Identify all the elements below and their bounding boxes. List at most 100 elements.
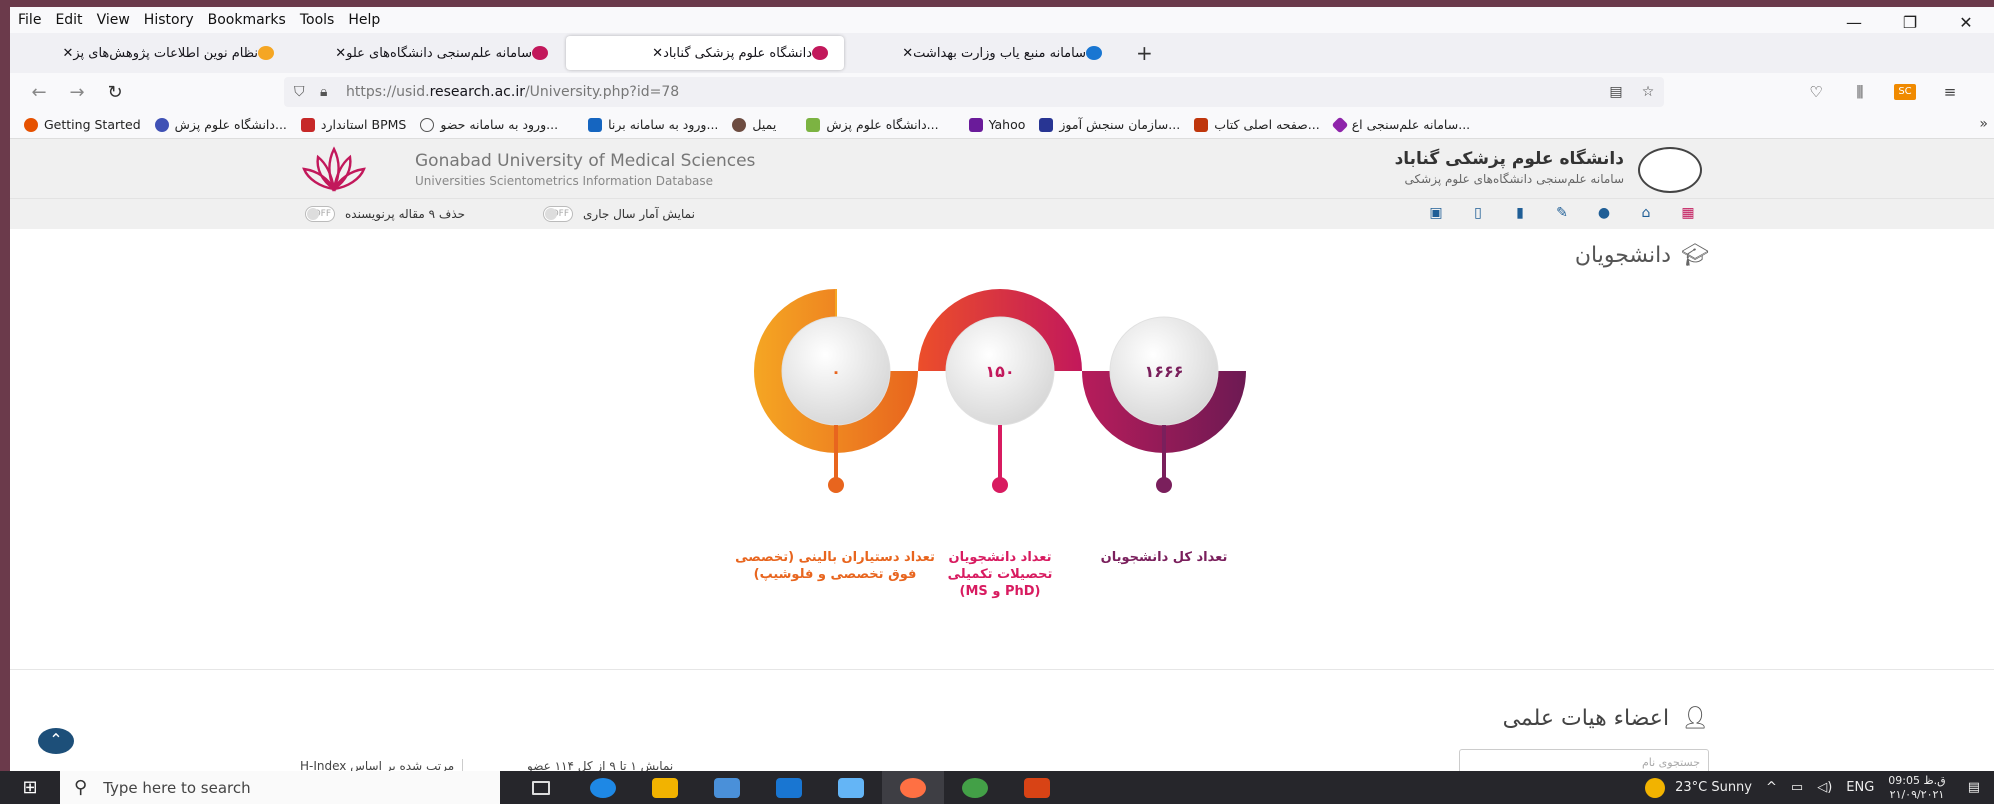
menu-tools[interactable]: Tools	[300, 12, 335, 28]
tab-bar: نظام نوین اطلاعات پژوهش‌های پز ✕ سامانه …	[10, 33, 1994, 73]
shield-icon[interactable]: ⛉	[294, 84, 320, 100]
university-name-fa: دانشگاه علوم پزشکی گناباد سامانه علم‌سنج…	[1395, 149, 1624, 186]
globe-icon	[420, 117, 435, 132]
bookmark-favicon-icon	[24, 117, 38, 132]
bookmark-item[interactable]: سازمان سنجش آموز...	[1039, 117, 1180, 132]
faculty-search-input[interactable]: جستجوی نام	[1459, 749, 1709, 771]
hamburger-menu-icon[interactable]: ≡	[1928, 83, 1972, 101]
tray-chevron-icon[interactable]: ^	[1766, 780, 1777, 795]
bookmark-star-icon[interactable]: ☆	[1632, 84, 1664, 100]
bookmark-label: ورود به سامانه برنا...	[608, 117, 719, 132]
new-tab-button[interactable]: +	[1136, 41, 1153, 65]
bookmark-favicon-icon	[588, 117, 603, 132]
powerpoint-icon[interactable]	[1006, 771, 1068, 804]
address-bar[interactable]: ⛉ 🔒︎ https://usid. research.ac.ir/Univers…	[284, 77, 1664, 107]
tab-close-icon[interactable]: ✕	[652, 46, 663, 61]
journal-icon[interactable]: ▯	[1457, 205, 1499, 221]
network-icon[interactable]: ▭	[1791, 780, 1803, 795]
bookmarks-overflow-icon[interactable]: »	[1979, 116, 1988, 132]
reload-icon[interactable]: ↻	[96, 82, 134, 103]
pencil-icon[interactable]: ✎	[1541, 205, 1583, 221]
university-title-en: Gonabad University of Medical Sciences	[415, 151, 756, 171]
stat-label-residents: تعداد دستیاران بالینی (تخصصی فوق تخصصی و…	[735, 550, 935, 582]
reader-view-icon[interactable]: ▤	[1600, 84, 1632, 100]
library-icon[interactable]: ⫼	[1838, 83, 1882, 101]
section-divider	[10, 669, 1994, 670]
bookmark-item[interactable]: Yahoo	[968, 117, 1025, 132]
chrome-icon[interactable]	[944, 771, 1006, 804]
faculty-sort-info[interactable]: مرتب شده بر اساس H-Index	[300, 759, 464, 771]
bookmark-favicon-icon	[300, 117, 315, 132]
weather-sun-icon[interactable]	[1645, 777, 1666, 798]
bookmark-label: دانشگاه علوم پزش...	[174, 117, 287, 132]
bookmark-item[interactable]: سامانه علم‌سنجی اع...	[1331, 116, 1470, 133]
grid-icon[interactable]: ▦	[1667, 205, 1709, 221]
clock-date: ۲۱/۰۹/۲۰۲۱	[1889, 787, 1945, 801]
bookmark-item[interactable]: یمیل	[732, 117, 776, 132]
menu-bookmarks[interactable]: Bookmarks	[208, 12, 286, 28]
navigation-bar: ← → ↻ ⛉ 🔒︎ https://usid. research.ac.ir/U…	[10, 73, 1994, 111]
tab-favicon	[812, 46, 828, 60]
university-title-fa: دانشگاه علوم پزشکی گناباد	[1394, 149, 1624, 169]
book-icon[interactable]: ▮	[1499, 205, 1541, 221]
tab-close-icon[interactable]: ✕	[902, 46, 913, 61]
students-section-title: 🎓︎ دانشجویان	[1575, 243, 1709, 268]
user-icon[interactable]: ●	[1583, 205, 1625, 221]
store-icon[interactable]	[696, 771, 758, 804]
tab-close-icon[interactable]: ✕	[62, 46, 73, 61]
lock-icon[interactable]: 🔒︎	[320, 84, 346, 100]
back-arrow-icon[interactable]: ←	[20, 82, 58, 103]
forward-arrow-icon[interactable]: →	[58, 82, 96, 103]
menu-history[interactable]: History	[144, 12, 194, 28]
menu-help[interactable]: Help	[348, 12, 380, 28]
current-year-toggle[interactable]: OFF	[543, 206, 573, 222]
file-explorer-icon[interactable]	[634, 771, 696, 804]
task-view-icon[interactable]	[510, 771, 572, 804]
ministry-seal-icon[interactable]	[1638, 147, 1702, 193]
edge-icon[interactable]	[572, 771, 634, 804]
scroll-to-top-button[interactable]: ⌃	[38, 728, 74, 754]
tab-favicon	[258, 46, 274, 60]
tab-title: دانشگاه علوم پزشکی گناباد	[663, 45, 812, 61]
tab-favicon	[532, 46, 548, 60]
tab-scientometrics[interactable]: سامانه علم‌سنجی دانشگاه‌های علو ✕	[292, 36, 564, 70]
stat-label-total: تعداد کل دانشجویان	[1100, 550, 1228, 565]
tab-gonabad-university[interactable]: دانشگاه علوم پزشکی گناباد ✕	[566, 36, 844, 70]
bookmark-item[interactable]: استاندارد BPMS	[300, 117, 406, 132]
remove-articles-toggle[interactable]: OFF	[305, 206, 335, 222]
bookmark-item[interactable]: ورود به سامانه حضو...	[420, 117, 558, 132]
tab-resource-finder[interactable]: سامانه منبع یاب وزارت بهداشت ✕	[846, 36, 1118, 70]
mail-icon[interactable]	[758, 771, 820, 804]
language-indicator[interactable]: ENG	[1846, 780, 1874, 795]
weather-text[interactable]: 23°C Sunny	[1675, 780, 1752, 795]
tab-title: سامانه علم‌سنجی دانشگاه‌های علو	[346, 45, 532, 61]
firefox-icon[interactable]	[882, 771, 944, 804]
bookmark-favicon-icon	[732, 117, 747, 132]
menu-edit[interactable]: Edit	[55, 12, 82, 28]
windows-taskbar: ⊞ ⚲ Type here to search 23°C Sunny ^ ▭ ◁…	[0, 771, 1994, 804]
bookmark-item[interactable]: صفحه اصلی کتاب...	[1194, 117, 1320, 132]
hospital-icon[interactable]: ▣	[1415, 205, 1457, 221]
pocket-icon[interactable]: ♡	[1794, 83, 1838, 101]
lotus-logo-icon[interactable]	[300, 145, 368, 197]
menu-view[interactable]: View	[97, 12, 130, 28]
menu-file[interactable]: File	[18, 12, 41, 28]
windows-start-icon[interactable]: ⊞	[0, 777, 60, 798]
bookmark-item[interactable]: ورود به سامانه برنا...	[588, 117, 718, 132]
volume-icon[interactable]: ◁)	[1817, 780, 1832, 795]
taskbar-search-box[interactable]: ⚲ Type here to search	[60, 771, 500, 804]
bookmark-item[interactable]: دانشگاه علوم پزش...	[806, 117, 939, 132]
stat-value-graduate: ۱۵۰	[985, 362, 1014, 381]
tab-research-info[interactable]: نظام نوین اطلاعات پژوهش‌های پز ✕	[18, 36, 290, 70]
bookmark-label: دانشگاه علوم پزش...	[826, 117, 939, 132]
clock[interactable]: ق.ظ 09:05 ۲۱/۰۹/۲۰۲۱	[1888, 774, 1945, 802]
tab-close-icon[interactable]: ✕	[335, 46, 346, 61]
bookmark-item[interactable]: Getting Started	[24, 117, 141, 132]
notifications-icon[interactable]: ▤	[1968, 780, 1980, 795]
menu-bar: File Edit View History Bookmarks Tools H…	[10, 7, 1994, 33]
computer-icon[interactable]	[820, 771, 882, 804]
bookmark-item[interactable]: دانشگاه علوم پزش...	[154, 117, 287, 132]
university-building-icon[interactable]: ⌂	[1625, 205, 1667, 221]
extension-sc-icon[interactable]: SC	[1894, 84, 1916, 100]
bookmark-favicon-icon	[1039, 117, 1054, 132]
